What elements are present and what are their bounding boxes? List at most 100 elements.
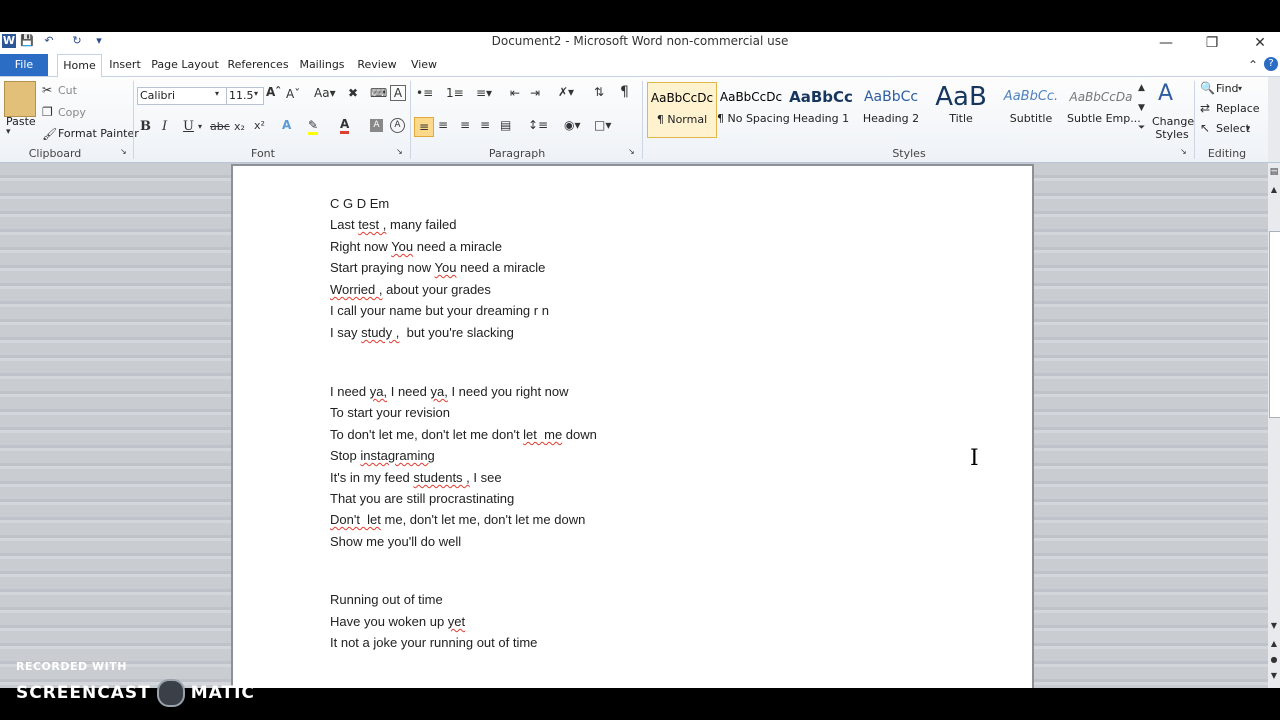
scroll-down-icon[interactable]: ▼ (1268, 621, 1280, 630)
distributed-icon[interactable]: ▤ (500, 118, 511, 132)
tab-review[interactable]: Review (354, 54, 400, 76)
font-name-dropdown-icon[interactable]: ▾ (215, 89, 219, 98)
strikethrough-icon[interactable]: abc (210, 120, 230, 133)
tab-view[interactable]: View (406, 54, 442, 76)
restore-icon[interactable]: ❐ (1192, 32, 1232, 54)
scroll-up-icon[interactable]: ▲ (1268, 185, 1280, 194)
cut-button[interactable]: Cut (58, 84, 77, 97)
font-size-dropdown-icon[interactable]: ▾ (254, 89, 258, 98)
sort-icon[interactable]: ⇅ (594, 85, 604, 99)
subscript-icon[interactable]: x₂ (234, 120, 245, 133)
character-shading-icon[interactable]: A (370, 119, 383, 132)
enclose-characters-icon[interactable]: A (390, 118, 405, 133)
copy-button[interactable]: Copy (58, 106, 86, 119)
highlight-icon[interactable]: ✎ (308, 118, 319, 135)
paragraph-launcher-icon[interactable]: ↘ (628, 147, 635, 156)
vertical-scrollbar[interactable]: ▤ ▲ ▼ ▲ ● ▼ (1268, 163, 1280, 688)
tab-references[interactable]: References (226, 54, 290, 76)
document-line[interactable]: Last test , many failed (330, 217, 456, 232)
document-line[interactable]: Show me you'll do well (330, 534, 461, 549)
clear-formatting-icon[interactable]: ✖ (348, 86, 358, 100)
tab-page-layout[interactable]: Page Layout (150, 54, 220, 76)
shrink-font-icon[interactable]: Aˇ (286, 87, 300, 101)
font-launcher-icon[interactable]: ↘ (396, 147, 403, 156)
style-heading-1[interactable]: AaBbCc Heading 1 (787, 82, 855, 136)
ruler-toggle-icon[interactable]: ▤ (1268, 167, 1280, 177)
replace-button[interactable]: Replace (1216, 102, 1260, 115)
change-styles-button[interactable]: Change Styles (1152, 115, 1194, 141)
style-heading-2[interactable]: AaBbCc Heading 2 (857, 82, 925, 136)
tab-home[interactable]: Home (57, 54, 102, 77)
style-subtle-emphasis[interactable]: AaBbCcDa Subtle Emp... (1067, 82, 1141, 136)
format-painter-button[interactable]: Format Painter (58, 127, 139, 140)
style-no-spacing[interactable]: AaBbCcDc ¶ No Spacing (717, 82, 790, 136)
document-line[interactable]: Stop instagraming (330, 448, 435, 463)
tab-insert[interactable]: Insert (104, 54, 146, 76)
paste-icon[interactable] (4, 81, 36, 117)
find-dropdown-icon[interactable]: ▾ (1238, 84, 1242, 93)
multilevel-list-icon[interactable]: ≡▾ (476, 86, 492, 100)
document-line[interactable]: I say study , but you're slacking (330, 325, 514, 340)
document-line[interactable]: To start your revision (330, 405, 450, 420)
show-marks-button[interactable]: ¶ (620, 84, 629, 100)
document-line[interactable]: It not a joke your running out of time (330, 635, 537, 650)
clipboard-launcher-icon[interactable]: ↘ (120, 147, 127, 156)
previous-page-icon[interactable]: ▲ (1268, 639, 1280, 648)
next-page-icon[interactable]: ▼ (1268, 671, 1280, 680)
document-line[interactable]: That you are still procrastinating (330, 491, 514, 506)
document-line[interactable]: Worried , about your grades (330, 282, 491, 297)
numbering-icon[interactable]: 1≡ (446, 86, 464, 100)
superscript-icon[interactable]: x² (254, 119, 265, 132)
font-name-select[interactable]: Calibri (137, 87, 227, 105)
increase-indent-icon[interactable]: ⇥ (530, 86, 540, 100)
change-case-icon[interactable]: Aa▾ (314, 86, 336, 100)
document-page[interactable]: C G D Em Last test , many failed Right now… (233, 166, 1032, 688)
bullets-icon[interactable]: •≡ (416, 86, 433, 100)
style-title[interactable]: AaB Title (927, 82, 995, 136)
styles-scroll-up-icon[interactable]: ▲ (1138, 83, 1145, 93)
document-line[interactable]: To don't let me, don't let me don't let … (330, 427, 597, 442)
paste-dropdown-icon[interactable]: ▾ (6, 127, 11, 137)
center-icon[interactable]: ≡ (438, 118, 448, 132)
shading-icon[interactable]: ◉▾ (564, 118, 581, 132)
font-size-select[interactable]: 11.5 (226, 87, 264, 105)
document-line[interactable]: C G D Em (330, 196, 389, 211)
select-button[interactable]: Select (1216, 122, 1250, 135)
align-left-icon[interactable]: ≡ (414, 117, 434, 137)
italic-button[interactable]: I (162, 119, 167, 134)
line-spacing-icon[interactable]: ↕≡ (528, 118, 548, 132)
tab-mailings[interactable]: Mailings (296, 54, 348, 76)
minimize-ribbon-icon[interactable]: ⌃ (1248, 58, 1258, 72)
document-line[interactable]: Running out of time (330, 592, 443, 607)
help-icon[interactable]: ? (1264, 57, 1278, 71)
scroll-thumb[interactable] (1269, 231, 1280, 418)
find-button[interactable]: Find (1216, 82, 1239, 95)
character-border-icon[interactable]: A (390, 85, 406, 101)
borders-icon[interactable]: □▾ (594, 118, 611, 132)
tab-file[interactable]: File (0, 54, 48, 76)
styles-launcher-icon[interactable]: ↘ (1180, 147, 1187, 156)
decrease-indent-icon[interactable]: ⇤ (510, 86, 520, 100)
document-line[interactable]: I call your name but your dreaming r n (330, 303, 549, 318)
font-color-icon[interactable]: A (340, 117, 350, 134)
select-browse-object-icon[interactable]: ● (1268, 655, 1280, 664)
document-line[interactable]: I need ya, I need ya, I need you right n… (330, 384, 569, 399)
underline-dropdown-icon[interactable]: ▾ (198, 122, 202, 131)
underline-button[interactable]: U (183, 119, 194, 134)
document-line[interactable]: It's in my feed students , I see (330, 470, 502, 485)
style-normal[interactable]: AaBbCcDc ¶ Normal (647, 82, 717, 138)
document-line[interactable]: Right now You need a miracle (330, 239, 502, 254)
styles-scroll-down-icon[interactable]: ▼ (1138, 103, 1145, 113)
document-line[interactable]: Have you woken up yet (330, 614, 465, 629)
minimize-icon[interactable]: — (1146, 32, 1186, 54)
styles-more-icon[interactable]: ⏷ (1138, 123, 1145, 133)
document-line[interactable]: Start praying now You need a miracle (330, 260, 545, 275)
phonetic-guide-icon[interactable]: ⌨ (370, 86, 387, 100)
text-effects-icon[interactable]: A (282, 118, 291, 132)
bold-button[interactable]: B (140, 119, 151, 134)
style-subtitle[interactable]: AaBbCc. Subtitle (997, 82, 1065, 136)
grow-font-icon[interactable]: Aˆ (266, 85, 281, 99)
select-dropdown-icon[interactable]: ▾ (1246, 124, 1250, 133)
asian-layout-icon[interactable]: ✗▾ (558, 85, 574, 99)
close-icon[interactable]: ✕ (1240, 32, 1280, 54)
